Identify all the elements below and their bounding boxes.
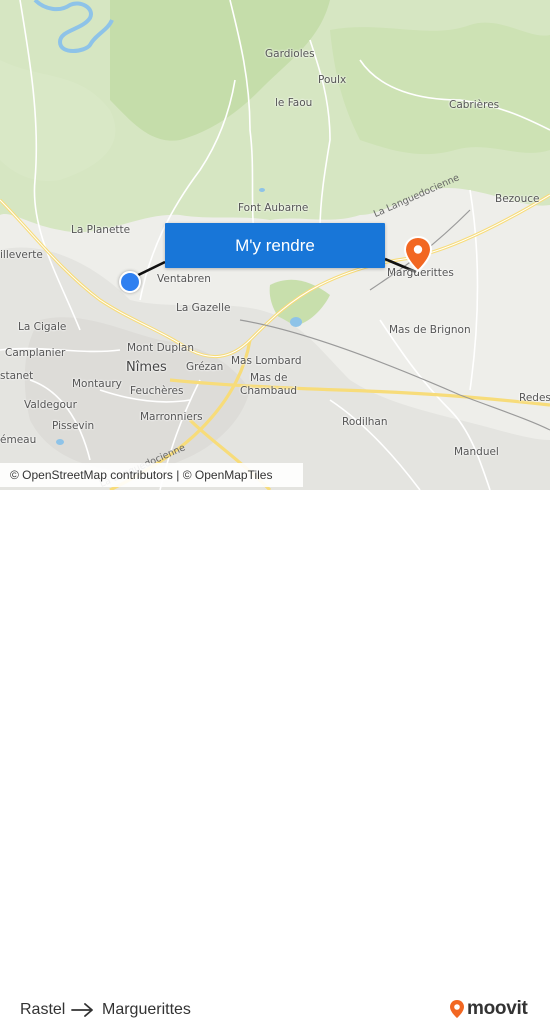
moovit-pin-icon [450,1000,464,1018]
place-label: le Faou [275,97,313,109]
place-label: Ventabren [157,273,211,285]
place-label: Bezouce [495,193,540,205]
attribution-text[interactable]: © OpenStreetMap contributors | © OpenMap… [10,468,272,482]
place-label: Mas de Brignon [389,324,471,336]
place-label: La Planette [71,224,131,236]
place-label: Marronniers [140,411,203,423]
moovit-logo[interactable]: moovit [449,996,528,1022]
map-attribution[interactable]: © OpenStreetMap contributors | © OpenMap… [0,463,303,487]
place-label: Manduel [454,446,499,458]
place-label: Mas de [250,372,288,384]
place-label: Grézan [186,361,224,373]
place-label: Font Aubarne [238,202,309,214]
route-footer: Rastel Marguerittes moovit [0,490,550,1019]
origin-marker [119,271,141,293]
route-destination: Marguerittes [102,1001,191,1018]
place-label: Pissevin [52,420,95,432]
destination-pin-icon [404,236,432,272]
place-label: Mas Lombard [231,355,302,367]
place-label: illeverte [0,249,43,261]
arrow-right-icon [71,1003,93,1017]
place-label: Nîmes [126,360,167,375]
place-label: Chambaud [240,385,298,397]
logo-text: moovit [467,998,528,1019]
route-origin: Rastel [20,1001,66,1018]
place-label: Feuchères [130,385,184,397]
place-label: Mont Duplan [127,342,195,354]
place-label: Poulx [318,74,347,86]
place-label: Cabrières [449,99,500,111]
place-label: Montaury [72,378,122,390]
map-view[interactable]: Gardioles Poulx le Faou Cabrières Bezouc… [0,0,550,490]
place-label: Gardioles [265,48,315,60]
get-directions-button[interactable]: M'y rendre [165,223,385,268]
place-label: Rodilhan [342,416,388,428]
place-label: Valdegour [24,399,77,411]
place-label: La Cigale [18,321,67,333]
place-label: stanet [0,370,34,382]
place-label: Redess [519,392,550,404]
place-label: Camplanier [5,347,66,359]
place-label: La Gazelle [176,302,231,314]
place-label: émeau [0,434,37,446]
